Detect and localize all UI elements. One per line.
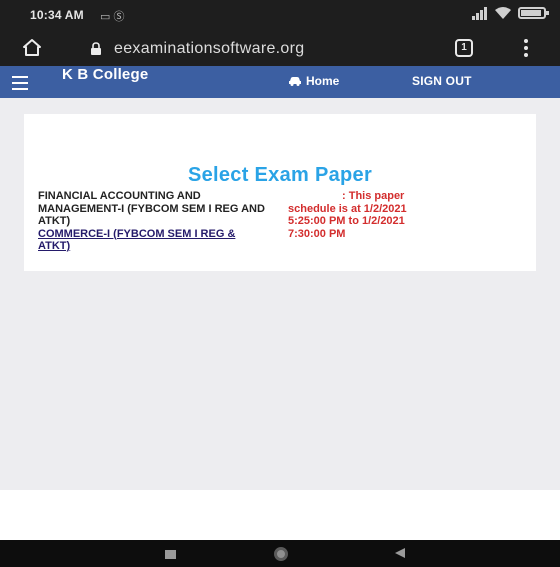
paper-list: FINANCIAL ACCOUNTING AND MANAGEMENT-I (F… xyxy=(38,190,268,253)
hamburger-menu-icon[interactable] xyxy=(12,76,28,90)
url-text: eexaminationsoftware.org xyxy=(114,40,305,57)
page-content: Select Exam Paper FINANCIAL ACCOUNTING A… xyxy=(0,98,560,490)
exam-paper-card: Select Exam Paper FINANCIAL ACCOUNTING A… xyxy=(24,114,536,271)
status-right-icons xyxy=(472,6,549,20)
car-icon xyxy=(289,77,301,86)
nav-home-label: Home xyxy=(306,74,340,88)
system-nav-bar xyxy=(0,540,560,567)
schedule-line: : This paper xyxy=(342,190,405,202)
tab-switcher-icon[interactable]: 1 xyxy=(455,39,473,57)
brand-title[interactable]: K B College xyxy=(62,66,148,83)
home-icon[interactable] xyxy=(22,38,42,58)
signal-icon xyxy=(472,6,488,20)
wifi-icon xyxy=(495,7,511,19)
schedule-line: 7:30:00 PM xyxy=(288,227,346,240)
paper-item: FINANCIAL ACCOUNTING AND MANAGEMENT-I (F… xyxy=(38,190,265,227)
status-bar: 10:34 AM ▭ Ⓢ xyxy=(0,0,560,30)
site-navbar: K B College Home SIGN OUT xyxy=(0,66,560,98)
address-bar[interactable]: eexaminationsoftware.org xyxy=(60,34,410,62)
battery-icon xyxy=(518,7,549,19)
recent-apps-icon[interactable] xyxy=(165,550,176,559)
schedule-line: schedule is at 1/2/2021 xyxy=(288,202,407,215)
page-title: Select Exam Paper xyxy=(187,164,373,186)
lock-icon xyxy=(91,42,101,55)
paper-link[interactable]: COMMERCE-I (FYBCOM SEM I REG & ATKT) xyxy=(38,228,268,253)
more-menu-icon[interactable] xyxy=(524,39,528,57)
status-time: 10:34 AM xyxy=(30,8,84,22)
nav-home-link[interactable]: Home xyxy=(288,74,339,88)
schedule-line: 5:25:00 PM to 1/2/2021 xyxy=(288,215,405,227)
home-circle-icon[interactable] xyxy=(274,547,288,561)
sign-out-link[interactable]: SIGN OUT xyxy=(412,74,472,88)
back-icon[interactable] xyxy=(395,548,405,558)
page-footer-space xyxy=(0,490,560,540)
schedule-notice: : This paper schedule is at 1/2/2021 5:2… xyxy=(288,190,528,240)
browser-toolbar: eexaminationsoftware.org 1 xyxy=(0,30,560,66)
notification-icons: ▭ Ⓢ xyxy=(100,11,125,23)
